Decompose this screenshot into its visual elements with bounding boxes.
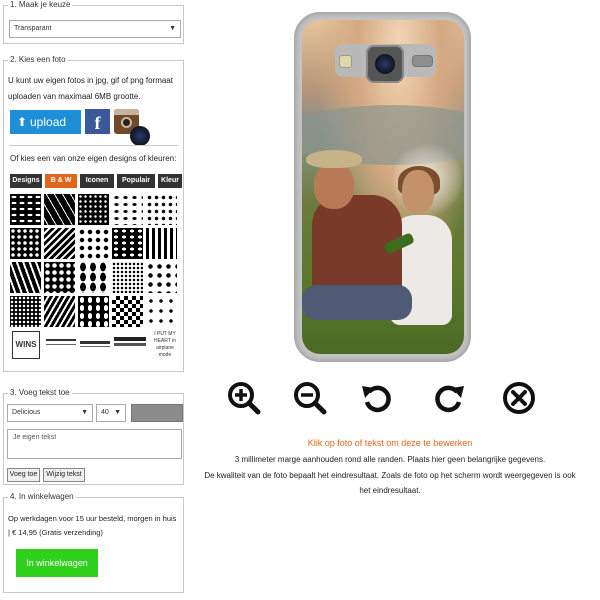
flash-icon (339, 55, 352, 68)
step4-legend: 4. In winkelwagen (8, 492, 76, 502)
design-tile[interactable] (146, 262, 177, 293)
design-tile[interactable] (44, 296, 75, 327)
instagram-icon (114, 109, 139, 115)
camera-lens-icon (366, 45, 404, 83)
step3-panel: 3. Voeg tekst toe Delicious ▼ 40 ▼ Je ei… (3, 388, 184, 485)
font-size-select[interactable]: 40 ▼ (96, 404, 126, 422)
design-tile[interactable] (112, 262, 143, 293)
edit-hint: Klik op foto of tekst om deze te bewerke… (307, 438, 473, 448)
text-designs-row: WINS I PUT MY HEART in airplane mode (10, 331, 180, 361)
rotate-right-icon[interactable] (431, 380, 467, 416)
design-tile[interactable] (44, 228, 75, 259)
quality-note-end: het eindresultaat. (359, 486, 421, 495)
tab-bw[interactable]: B & W (45, 174, 77, 188)
rotate-left-icon[interactable] (359, 380, 395, 416)
font-select[interactable]: Delicious ▼ (7, 404, 93, 422)
zoom-in-icon[interactable] (226, 380, 262, 416)
chevron-down-icon: ▼ (169, 25, 176, 32)
edit-text-button[interactable]: Wijzig tekst (43, 468, 85, 482)
step1-panel: 1. Maak je keuze Transparant ▼ (3, 0, 184, 44)
design-tile[interactable] (114, 331, 146, 359)
design-tile[interactable] (146, 194, 177, 225)
design-tile[interactable] (10, 262, 41, 293)
design-tile[interactable] (112, 194, 143, 225)
delivery-info: Op werkdagen voor 15 uur besteld, morgen… (8, 514, 177, 537)
zoom-out-icon[interactable] (292, 380, 328, 416)
tab-kleur[interactable]: Kleur (158, 174, 182, 188)
text-color-picker[interactable] (131, 404, 183, 422)
design-grid (10, 194, 180, 329)
speaker-icon (412, 55, 433, 67)
design-tile[interactable] (78, 194, 109, 225)
case-type-select[interactable]: Transparant ▼ (9, 20, 181, 38)
step3-legend: 3. Voeg tekst toe (8, 388, 72, 398)
design-tile[interactable] (44, 194, 75, 225)
tab-iconen[interactable]: Iconen (80, 174, 114, 188)
design-tile[interactable] (112, 228, 143, 259)
step2-panel: 2. Kies een foto U kunt uw eigen fotos i… (3, 55, 184, 372)
design-tile[interactable] (78, 262, 109, 293)
design-tile[interactable] (10, 194, 41, 225)
upload-button[interactable]: ⬆ upload (10, 110, 81, 134)
chevron-down-icon: ▼ (114, 409, 121, 416)
font-size-value: 40 (101, 409, 109, 416)
facebook-button[interactable]: f (85, 109, 110, 134)
design-tile[interactable] (78, 228, 109, 259)
remove-icon[interactable] (501, 380, 537, 416)
design-tabs: Designs B & W Iconen Populair Kleur (10, 174, 182, 188)
quality-note: De kwaliteit van de foto bepaalt het ein… (204, 471, 576, 480)
tab-populair[interactable]: Populair (117, 174, 155, 188)
margin-note: 3 millimeter marge aanhouden rond alle r… (234, 455, 546, 464)
design-tile[interactable] (112, 296, 143, 327)
instagram-button[interactable] (114, 109, 150, 146)
design-tile[interactable]: I PUT MY HEART in airplane mode (150, 331, 180, 359)
design-tile[interactable] (146, 296, 177, 327)
font-value: Delicious (12, 409, 41, 416)
case-type-value: Transparant (14, 25, 52, 32)
divider (9, 145, 178, 146)
add-to-cart-button[interactable]: In winkelwagen (16, 549, 98, 577)
step2-legend: 2. Kies een foto (8, 55, 68, 65)
design-tile[interactable] (78, 296, 109, 327)
facebook-icon: f (94, 113, 101, 133)
design-tile[interactable] (146, 228, 177, 259)
tab-designs[interactable]: Designs (10, 174, 42, 188)
design-tile[interactable]: WINS (12, 331, 40, 359)
step1-legend: 1. Maak je keuze (8, 0, 73, 10)
designs-intro: Of kies een van onze eigen designs of kl… (10, 154, 177, 163)
custom-text-input[interactable]: Je eigen tekst (7, 429, 182, 459)
add-text-button[interactable]: Voeg toe (7, 468, 40, 482)
upload-description: U kunt uw eigen fotos in jpg, gif of png… (8, 76, 173, 101)
design-tile[interactable] (80, 331, 110, 359)
chevron-down-icon: ▼ (81, 409, 88, 416)
design-tile[interactable] (44, 262, 75, 293)
upload-label: upload (30, 115, 67, 129)
design-tile[interactable] (10, 296, 41, 327)
step4-panel: 4. In winkelwagen Op werkdagen voor 15 u… (3, 492, 184, 593)
upload-icon: ⬆ (16, 115, 28, 129)
design-tile[interactable] (10, 228, 41, 259)
design-tile[interactable] (46, 331, 76, 359)
